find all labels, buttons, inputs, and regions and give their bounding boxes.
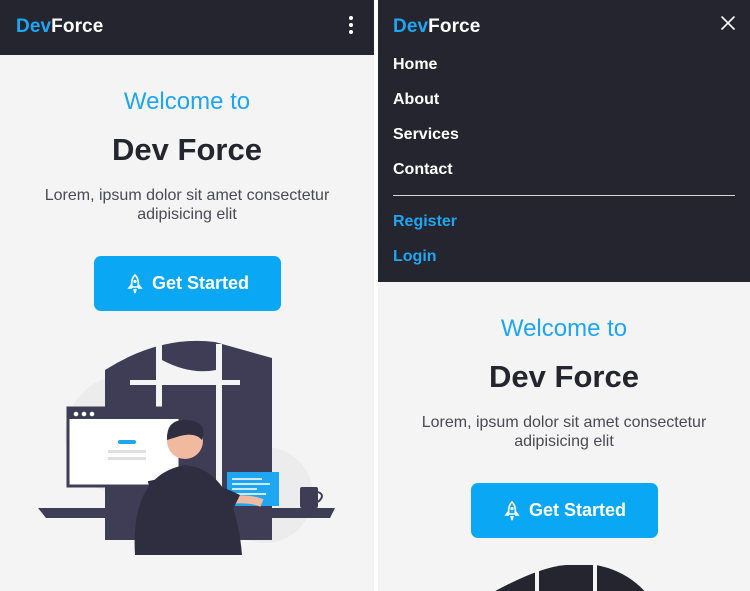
kebab-menu-icon[interactable] (344, 16, 358, 34)
navbar: DevForce (0, 0, 374, 55)
menu-item-about[interactable]: About (393, 91, 439, 109)
mobile-menu: DevForce Home About Services Contact Reg… (378, 0, 750, 282)
subtitle-line-1: Lorem, ipsum dolor sit amet consectetur (421, 414, 707, 431)
rocket-icon (127, 273, 143, 293)
page-title: Dev Force (112, 132, 262, 167)
get-started-label: Get Started (151, 273, 250, 293)
brand-logo[interactable]: DevForce (393, 16, 480, 38)
mobile-view-expanded: DevForce Home About Services Contact Reg… (378, 0, 750, 591)
hero-title-wrap: Dev Force (378, 359, 750, 395)
subtitle-line-2: adipisicing elit (514, 433, 614, 450)
welcome-text: Welcome to (500, 315, 628, 342)
get-started-label: Get Started (528, 500, 627, 520)
menu-item-home[interactable]: Home (393, 56, 437, 74)
brand-dev: Dev (393, 16, 429, 37)
hero-subtitle: Lorem, ipsum dolor sit amet consectetur … (414, 413, 714, 451)
brand-dev: Dev (16, 16, 52, 37)
close-icon[interactable] (720, 15, 736, 31)
page-title: Dev Force (489, 359, 639, 394)
hero-title-wrap: Dev Force (0, 132, 374, 168)
menu-item-services[interactable]: Services (393, 126, 459, 144)
get-started-button[interactable]: Get Started (94, 256, 281, 311)
hero-subtitle-wrap: Lorem, ipsum dolor sit amet consectetur … (0, 186, 374, 224)
mobile-view-collapsed: DevForce Welcome to Dev Force Lorem, ips… (0, 0, 374, 591)
subtitle-line-2: adipisicing elit (137, 206, 237, 223)
subtitle-line-1: Lorem, ipsum dolor sit amet consectetur (44, 187, 330, 204)
menu-item-register[interactable]: Register (393, 213, 457, 231)
welcome-text: Welcome to (123, 88, 251, 115)
rocket-icon (504, 500, 520, 520)
brand-force: Force (51, 16, 104, 37)
hero: Welcome to (0, 88, 374, 116)
developer-illustration (38, 340, 335, 555)
developer-illustration (495, 565, 645, 591)
menu-item-login[interactable]: Login (393, 248, 437, 266)
menu-divider (393, 195, 735, 196)
brand-logo[interactable]: DevForce (16, 16, 103, 38)
hero-subtitle-wrap: Lorem, ipsum dolor sit amet consectetur … (378, 413, 750, 451)
get-started-button[interactable]: Get Started (471, 483, 658, 538)
hero: Welcome to (378, 315, 750, 343)
brand-force: Force (428, 16, 481, 37)
hero-subtitle: Lorem, ipsum dolor sit amet consectetur … (37, 186, 337, 224)
menu-item-contact[interactable]: Contact (393, 161, 453, 179)
